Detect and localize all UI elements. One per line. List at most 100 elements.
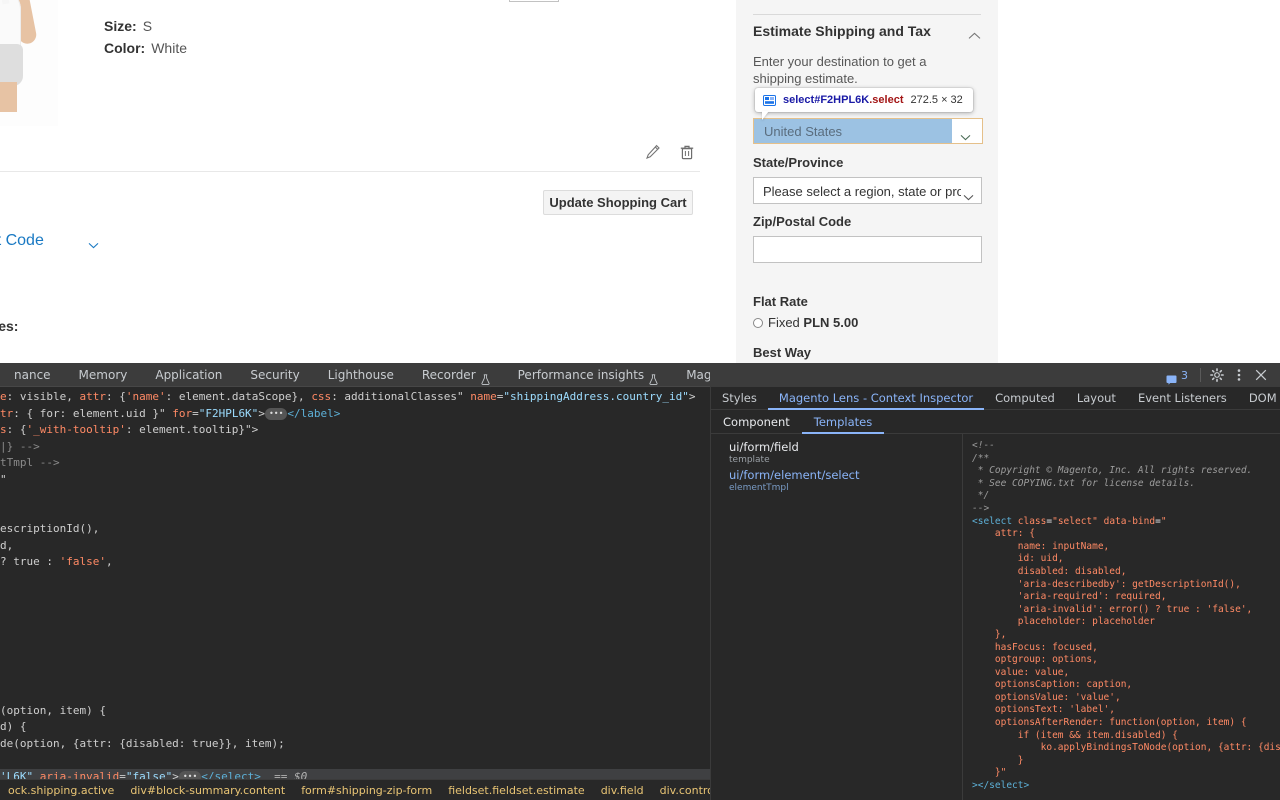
- dom-line[interactable]: [0, 670, 710, 687]
- tab-security[interactable]: Security: [236, 363, 313, 387]
- tab-templates[interactable]: Templates: [802, 410, 884, 434]
- chevron-down-icon[interactable]: [963, 188, 974, 201]
- issues-icon: [1166, 370, 1177, 385]
- highlight-tooltip-arrow: [762, 111, 769, 120]
- list-item[interactable]: ui/form/field template: [729, 440, 962, 466]
- accessibility-badge-icon: [763, 94, 776, 107]
- tab-styles[interactable]: Styles: [711, 387, 768, 410]
- zip-postal-code-label: Zip/Postal Code: [753, 214, 852, 229]
- estimate-shipping-and-tax-header[interactable]: Estimate Shipping and Tax: [753, 23, 981, 39]
- dom-line[interactable]: [0, 752, 710, 769]
- tab-label: Lighthouse: [327, 367, 394, 382]
- zip-postal-code-input[interactable]: [753, 236, 982, 263]
- radio-button-icon[interactable]: [753, 318, 763, 328]
- dom-line-selected[interactable]: 'L6K" aria-invalid="false"> ••• </select> …: [0, 768, 710, 779]
- dom-line[interactable]: de(option, {attr: {disabled: true}}, ite…: [0, 736, 710, 753]
- dom-line[interactable]: d,: [0, 538, 710, 555]
- chevron-down-icon[interactable]: [88, 236, 99, 249]
- attribute-label: Size:: [104, 18, 137, 34]
- dom-line[interactable]: e: visible, attr: {'name': element.dataS…: [0, 389, 710, 406]
- template-name[interactable]: ui/form/element/select: [729, 468, 962, 482]
- update-shopping-cart-button[interactable]: Update Shopping Cart: [543, 190, 693, 215]
- dom-line[interactable]: (option, item) {: [0, 703, 710, 720]
- tab-memory[interactable]: Memory: [65, 363, 142, 387]
- collapsed-node-icon[interactable]: •••: [178, 770, 202, 779]
- devtools-sidebar-pane: 3 Styles Magento Lens - Context Inspecto…: [710, 363, 1280, 800]
- tab-label: Performance insights: [517, 367, 645, 382]
- gear-icon[interactable]: [1206, 366, 1228, 384]
- dom-line[interactable]: s: {'_with-tooltip': element.tooltip}">: [0, 422, 710, 439]
- dom-line[interactable]: ? true : 'false',: [0, 554, 710, 571]
- chevron-down-icon[interactable]: [960, 128, 971, 141]
- highlight-id: #F2HPL6K: [814, 94, 870, 106]
- breadcrumb-item[interactable]: form#shipping-zip-form: [293, 780, 440, 800]
- tab-computed[interactable]: Computed: [984, 387, 1066, 410]
- template-role: elementTmpl: [729, 483, 789, 493]
- dom-line[interactable]: tr: { for: element.uid }" for="F2HPL6K">…: [0, 406, 710, 423]
- dom-line[interactable]: [0, 637, 710, 654]
- dom-line[interactable]: [0, 653, 710, 670]
- dom-line[interactable]: d) {: [0, 719, 710, 736]
- toolbar-divider: [1200, 368, 1201, 382]
- screen-root: Size: S Color: White Update Shopping Cart …: [0, 0, 1280, 800]
- collapsed-node-icon[interactable]: •••: [264, 407, 288, 420]
- tab-label: Security: [250, 367, 300, 382]
- dom-breadcrumb: ock.shipping.active div#block-summary.co…: [0, 779, 875, 800]
- template-source-code[interactable]: <!-- /** * Copyright © Magento, Inc. All…: [964, 434, 1280, 800]
- dom-line[interactable]: tTmpl -->: [0, 455, 710, 472]
- country-select-value: United States: [764, 124, 843, 139]
- close-icon[interactable]: [1250, 366, 1272, 384]
- highlight-dimensions: 272.5 × 32: [910, 94, 963, 106]
- highlight-selector: select#F2HPL6K.select: [783, 94, 903, 106]
- tab-component[interactable]: Component: [711, 410, 802, 434]
- breadcrumb-item[interactable]: ock.shipping.active: [0, 780, 122, 800]
- breadcrumb-item[interactable]: div.field: [593, 780, 652, 800]
- template-role: template: [729, 455, 770, 465]
- dom-line[interactable]: [0, 686, 710, 703]
- dom-line[interactable]: |} -->: [0, 439, 710, 456]
- dom-tree[interactable]: e: visible, attr: {'name': element.dataS…: [0, 387, 710, 779]
- dom-line[interactable]: [0, 488, 710, 505]
- tab-layout[interactable]: Layout: [1066, 387, 1127, 410]
- state-province-select[interactable]: Please select a region, state or provi: [753, 177, 982, 204]
- tab-event-listeners[interactable]: Event Listeners: [1127, 387, 1238, 410]
- web-page-viewport: Size: S Color: White Update Shopping Cart …: [0, 0, 1280, 363]
- country-select[interactable]: United States: [754, 119, 982, 143]
- issues-badge[interactable]: 3: [1159, 366, 1195, 385]
- list-item[interactable]: ui/form/element/select elementTmpl: [729, 468, 962, 494]
- apply-discount-code-link[interactable]: scount Code: [0, 232, 44, 250]
- pencil-icon[interactable]: [645, 144, 661, 160]
- chevron-up-icon[interactable]: [968, 27, 981, 39]
- dom-line[interactable]: ": [0, 472, 710, 489]
- trash-icon[interactable]: [679, 144, 695, 160]
- tab-lighthouse[interactable]: Lighthouse: [314, 363, 408, 387]
- attribute-label: Color:: [104, 40, 146, 56]
- issues-count: 3: [1181, 368, 1188, 382]
- tab-label: nance: [14, 367, 51, 382]
- country-select-highlight-margin: United States: [753, 118, 983, 144]
- lens-sub-tab-bar: Component Templates: [711, 410, 1280, 434]
- breadcrumb-item[interactable]: fieldset.fieldset.estimate: [440, 780, 593, 800]
- breadcrumb-item[interactable]: div#block-summary.content: [122, 780, 293, 800]
- dom-line[interactable]: [0, 604, 710, 621]
- tab-magento-lens-context-inspector[interactable]: Magento Lens - Context Inspector: [768, 387, 984, 410]
- state-province-label: State/Province: [753, 155, 844, 170]
- tab-label: Application: [155, 367, 223, 382]
- dom-line[interactable]: [0, 587, 710, 604]
- tab-performance-insights[interactable]: Performance insights: [504, 363, 673, 387]
- tab-application[interactable]: Application: [141, 363, 236, 387]
- devtools-sidebar-toolbar: 3: [710, 363, 1280, 387]
- dom-line[interactable]: [0, 620, 710, 637]
- shipping-carrier-best-way: Best Way: [753, 345, 812, 360]
- dom-line[interactable]: [0, 505, 710, 522]
- dom-line[interactable]: escriptionId(),: [0, 521, 710, 538]
- dom-line[interactable]: [0, 571, 710, 588]
- shipping-method-fixed[interactable]: Fixed PLN 5.00: [753, 315, 858, 330]
- tab-recorder[interactable]: Recorder: [408, 363, 504, 387]
- shipping-method-price: PLN 5.00: [803, 315, 859, 330]
- kebab-menu-icon[interactable]: [1228, 366, 1250, 384]
- tab-dom-breakpoints[interactable]: DOM Breakpoints: [1238, 387, 1280, 410]
- tab-performance[interactable]: nance: [0, 363, 65, 387]
- tab-label: Recorder: [421, 367, 476, 382]
- quantity-input[interactable]: [509, 0, 559, 2]
